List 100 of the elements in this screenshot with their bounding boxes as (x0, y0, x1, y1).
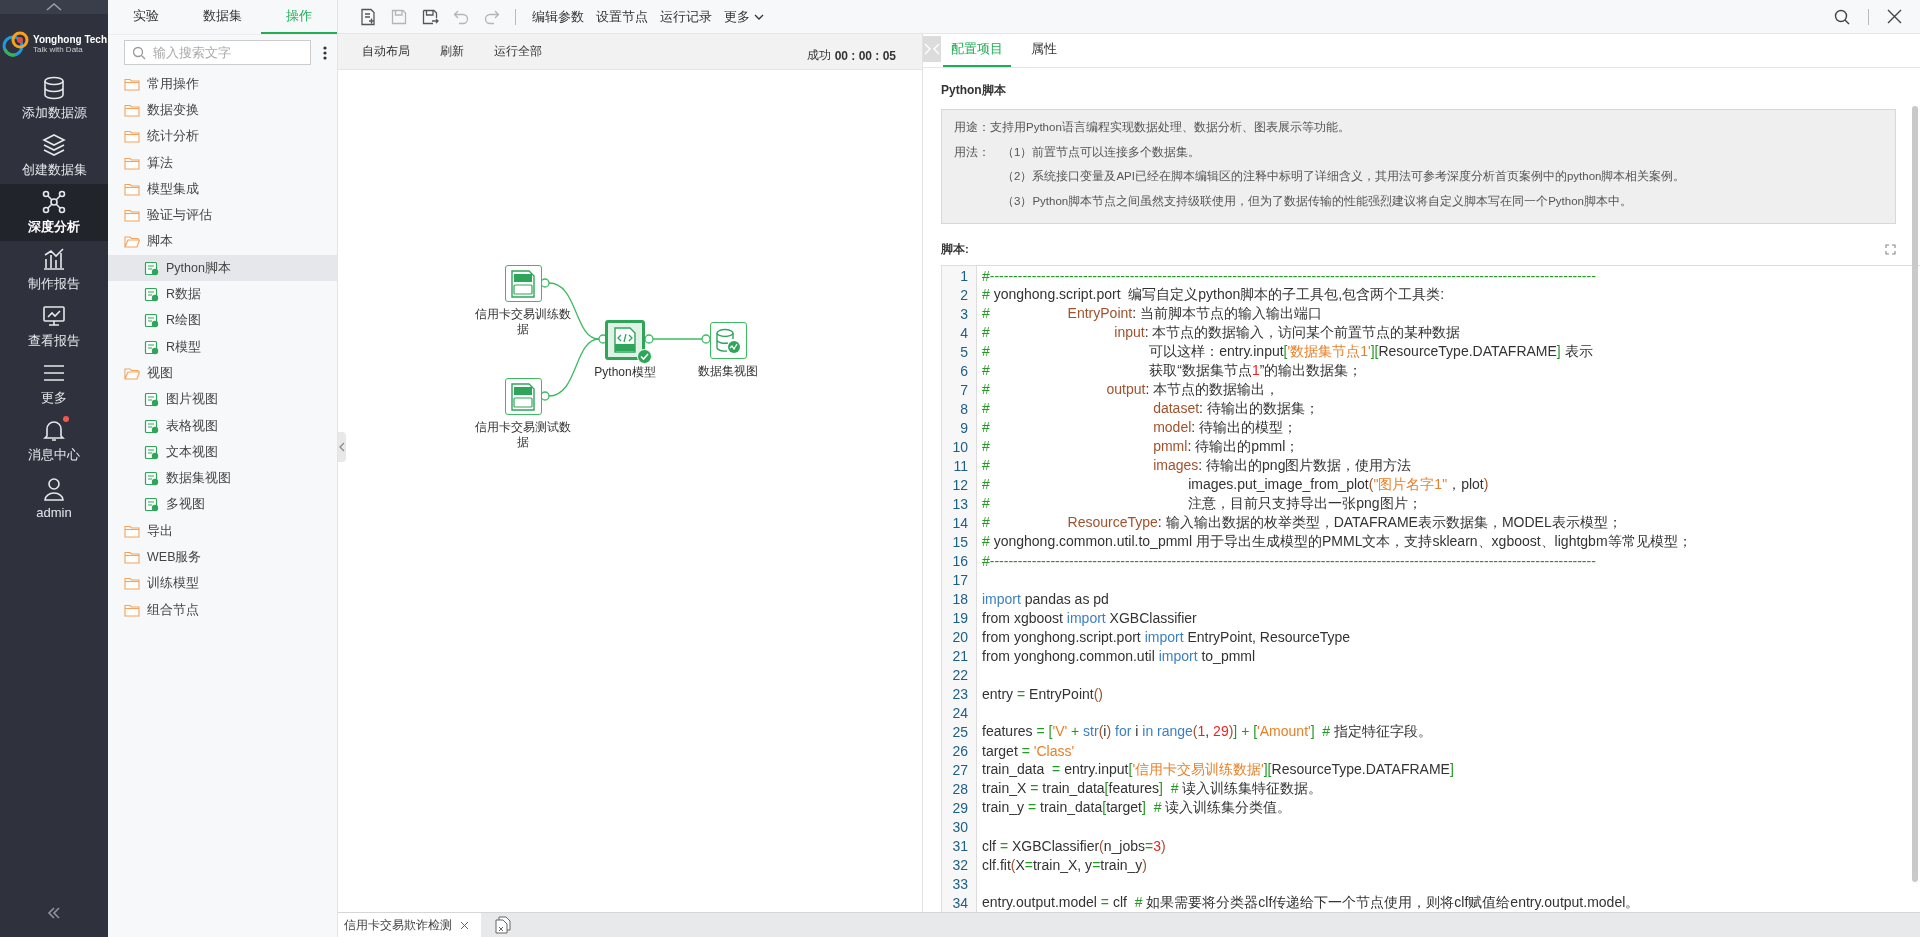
tree-item[interactable]: 表格视图 (108, 412, 337, 440)
nav-item[interactable]: 深度分析 (0, 184, 108, 241)
chevrons-icon (924, 41, 940, 57)
expand-icon[interactable] (1885, 243, 1896, 255)
tree-item[interactable]: 文本视图 (108, 439, 337, 466)
panel-tab[interactable]: 数据集 (184, 0, 261, 34)
node-type-icon (144, 260, 159, 276)
folder-icon (124, 603, 140, 617)
tree-item[interactable]: 常用操作 (108, 71, 337, 98)
close-icon[interactable] (460, 920, 469, 930)
node-type-icon (144, 418, 159, 434)
line-number: 29 (951, 799, 968, 816)
nav-item[interactable]: 添加数据源 (0, 70, 108, 127)
code-line: from xgboost import XGBClassifier (982, 609, 1197, 626)
line-number: 28 (951, 780, 968, 797)
script-file-icon (612, 327, 638, 353)
code-line: # images.put_image_from_plot("图片名字1"，plot) (982, 475, 1489, 494)
collapse-handle[interactable] (338, 432, 346, 462)
code-line: # images: 待输出的png图片数据，使用方法 (982, 456, 1412, 475)
scrollbar[interactable] (1912, 106, 1918, 882)
node-label: Python模型 (593, 365, 657, 380)
more-icon[interactable] (323, 45, 327, 60)
document-icon[interactable] (495, 916, 511, 934)
nav-item[interactable]: admin (0, 469, 108, 526)
node-type-icon (144, 287, 159, 302)
folder-icon (124, 130, 140, 144)
tree-item[interactable]: R数据 (108, 281, 337, 308)
tree-item[interactable]: 训练模型 (108, 570, 337, 597)
tree-item[interactable]: 导出 (108, 518, 337, 545)
line-number: 12 (951, 476, 968, 493)
flow-node[interactable] (504, 265, 542, 302)
code-line: clf = XGBClassifier(n_jobs=3) (982, 837, 1166, 854)
code-line: entry = EntryPoint() (982, 685, 1103, 702)
flow-node[interactable] (504, 378, 542, 415)
tree-item[interactable]: 数据集视图 (108, 465, 337, 492)
script-label: 脚本: (941, 241, 969, 257)
code-line: # yonghong.common.util.to_pmml 用于导出生成模型的PMML文本，支持sklearn、xgboost、lightgbm等常见模型； (982, 532, 1692, 551)
panel-toggle-button[interactable] (923, 36, 941, 62)
canvas-button[interactable]: 刷新 (428, 38, 476, 65)
tree-item[interactable]: 组合节点 (108, 596, 337, 624)
close-icon[interactable] (1887, 9, 1902, 24)
folder-icon (124, 77, 140, 91)
sql-file-icon (510, 269, 536, 298)
tree-item[interactable]: 模型集成 (108, 176, 337, 203)
flow-node[interactable] (709, 322, 747, 359)
monitor-chart-icon (41, 303, 67, 329)
tree-item[interactable]: 统计分析 (108, 123, 337, 150)
nav-item[interactable]: 查看报告 (0, 298, 108, 355)
line-number: 9 (959, 419, 968, 436)
panel-tab[interactable]: 实验 (108, 0, 185, 34)
tree-item[interactable]: 多视图 (108, 491, 337, 519)
code-line: # ResourceType: 输入输出数据的枚举类型，DATAFRAME表示数据集，MODEL表示模型； (982, 513, 1622, 532)
panel-tab[interactable]: 属性 (1023, 34, 1065, 67)
chevron-left-icon (339, 442, 345, 452)
tree-item[interactable]: R模型 (108, 333, 337, 361)
tree-item[interactable]: WEB服务 (108, 544, 337, 571)
tree-item[interactable]: 脚本 (108, 228, 337, 256)
code-line: train_X = train_data[features] # 读入训练集特征数据。 (982, 779, 1323, 798)
flow-node[interactable] (605, 320, 645, 360)
code-line: import pandas as pd (982, 590, 1109, 607)
nav-item[interactable]: 创建数据集 (0, 127, 108, 184)
tree-item[interactable]: 验证与评估 (108, 202, 337, 229)
node-type-icon (144, 497, 159, 513)
line-number: 5 (959, 343, 968, 360)
toolbar-button[interactable]: 设置节点 (590, 4, 654, 29)
node-type-icon (144, 471, 159, 487)
canvas-button[interactable]: 运行全部 (482, 38, 554, 65)
toolbar-button[interactable]: 运行记录 (654, 4, 718, 29)
code-line: features = ['V' + str(i) for i in range(1, 29)] + ['Amount'] # 指定特征字段。 (982, 722, 1433, 741)
folder-icon (124, 209, 140, 223)
nav-item[interactable]: 消息中心 (0, 412, 108, 469)
search-icon (132, 46, 146, 60)
save-as-icon (420, 7, 439, 26)
line-number: 8 (959, 400, 968, 417)
tree-item[interactable]: 视图 (108, 360, 337, 387)
canvas-button[interactable]: 自动布局 (350, 38, 422, 65)
line-number: 27 (951, 761, 968, 778)
search-field[interactable]: 输入搜索文字 (124, 40, 311, 65)
logo-name: Yonghong Tech (32, 34, 108, 45)
folder-icon (124, 551, 140, 564)
search-icon[interactable] (1834, 8, 1850, 25)
tree-item[interactable]: 图片视图 (108, 386, 337, 413)
line-number: 22 (951, 666, 968, 683)
description-text: （1）前置节点可以连接多个数据集。 (1002, 144, 1202, 160)
node-label: 信用卡交易训练数据 (474, 307, 572, 337)
description-label: 用法： (954, 144, 991, 160)
tree-item[interactable]: 数据变换 (108, 97, 337, 124)
folder-icon (124, 182, 140, 196)
tree-item[interactable]: R绘图 (108, 307, 337, 334)
more-menu-button[interactable]: 更多 (718, 4, 770, 29)
elapsed-time: 00 : 00 : 05 (834, 48, 896, 63)
chevron-up-icon (46, 3, 62, 11)
document-tab[interactable]: 信用卡交易欺诈检测 (338, 913, 481, 937)
tree-item[interactable]: Python脚本 (108, 255, 337, 282)
line-number: 25 (951, 723, 968, 740)
node-type-icon (144, 392, 159, 408)
toolbar-button[interactable]: 编辑参数 (526, 4, 590, 29)
nav-item[interactable]: 制作报告 (0, 241, 108, 298)
tree-item[interactable]: 算法 (108, 149, 337, 177)
nav-item[interactable]: 更多 (0, 355, 108, 412)
